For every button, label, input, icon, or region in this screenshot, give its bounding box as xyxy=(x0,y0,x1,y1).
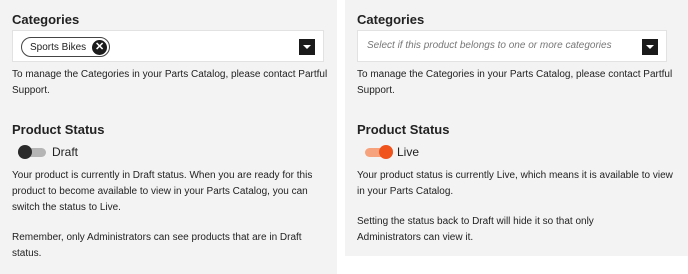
category-chip: Sports Bikes ✕ xyxy=(21,37,111,57)
status-toggle[interactable] xyxy=(365,145,393,159)
categories-heading: Categories xyxy=(357,12,425,27)
toggle-knob xyxy=(18,145,32,159)
product-status-heading: Product Status xyxy=(357,122,450,137)
status-description: Your product status is currently Live, w… xyxy=(357,170,673,197)
status-toggle-label: Draft xyxy=(52,145,79,159)
categories-help-text: To manage the Categories in your Parts C… xyxy=(12,69,328,96)
categories-help-text: To manage the Categories in your Parts C… xyxy=(357,69,673,96)
categories-select[interactable]: Sports Bikes ✕ xyxy=(12,30,324,62)
toggle-knob xyxy=(379,145,393,159)
status-note: Setting the status back to Draft will hi… xyxy=(357,216,594,243)
categories-heading: Categories xyxy=(12,12,80,27)
close-circle-icon[interactable]: ✕ xyxy=(92,39,108,55)
status-note: Remember, only Administrators can see pr… xyxy=(12,232,302,259)
product-status-heading: Product Status xyxy=(12,122,105,137)
product-panel-live: Categories Select if this product belong… xyxy=(345,0,688,256)
status-toggle-label: Live xyxy=(397,145,420,159)
status-toggle[interactable] xyxy=(18,145,46,159)
status-description: Your product is currently in Draft statu… xyxy=(12,170,313,213)
category-chip-label: Sports Bikes xyxy=(30,41,87,53)
categories-placeholder: Select if this product belongs to one or… xyxy=(367,40,612,51)
categories-select[interactable]: Select if this product belongs to one or… xyxy=(357,30,667,62)
caret-down-icon[interactable] xyxy=(642,39,658,55)
caret-down-icon[interactable] xyxy=(299,39,315,55)
product-panel-draft: Categories Sports Bikes ✕ To manage the … xyxy=(0,0,337,274)
